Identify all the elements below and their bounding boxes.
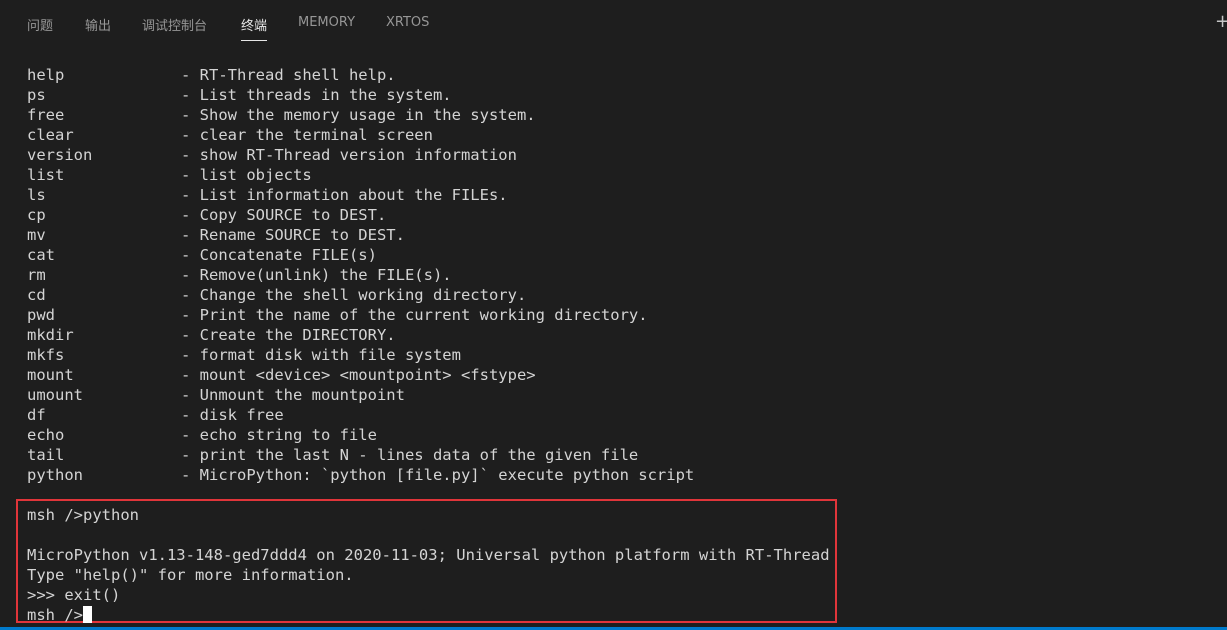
tab-output[interactable]: 输出: [85, 15, 111, 35]
tab-debug-console[interactable]: 调试控制台: [142, 15, 207, 35]
help-row-description: - format disk with file system: [181, 346, 461, 364]
help-row-description: - clear the terminal screen: [181, 126, 433, 144]
help-row-description: - Print the name of the current working …: [181, 306, 648, 324]
help-row: cd - Change the shell working directory.: [27, 285, 526, 305]
help-row-description: - MicroPython: `python [file.py]` execut…: [181, 466, 695, 484]
help-row: python - MicroPython: `python [file.py]` …: [27, 465, 694, 485]
help-row: clear - clear the terminal screen: [27, 125, 433, 145]
help-row-description: - Create the DIRECTORY.: [181, 326, 396, 344]
help-row: mount - mount <device> <mountpoint> <fsty…: [27, 365, 536, 385]
help-row-description: - Copy SOURCE to DEST.: [181, 206, 387, 224]
tab-memory[interactable]: MEMORY: [298, 15, 355, 35]
final-prompt: msh />: [27, 606, 83, 624]
help-row-command: tail: [27, 446, 65, 464]
help-row-description: - Concatenate FILE(s): [181, 246, 377, 264]
help-row: free - Show the memory usage in the syste…: [27, 105, 536, 125]
help-row: cp - Copy SOURCE to DEST.: [27, 205, 386, 225]
help-row-command: mkdir: [27, 326, 74, 344]
help-row-command: cd: [27, 286, 46, 304]
micropython-info: Type "help()" for more information.: [27, 566, 354, 584]
help-row-description: - print the last N - lines data of the g…: [181, 446, 639, 464]
help-row-description: - echo string to file: [181, 426, 377, 444]
help-row-description: - Change the shell working directory.: [181, 286, 527, 304]
help-row: mkdir - Create the DIRECTORY.: [27, 325, 396, 345]
help-row-command: mount: [27, 366, 74, 384]
help-row: pwd - Print the name of the current worki…: [27, 305, 648, 325]
help-row-description: - Unmount the mountpoint: [181, 386, 405, 404]
help-row-command: mv: [27, 226, 46, 244]
help-row: mkfs - format disk with file system: [27, 345, 461, 365]
help-row-command: help: [27, 66, 65, 84]
help-row-command: df: [27, 406, 46, 424]
plus-icon[interactable]: +: [1215, 12, 1227, 32]
help-row-command: echo: [27, 426, 65, 444]
help-row-description: - RT-Thread shell help.: [181, 66, 396, 84]
help-row: tail - print the last N - lines data of t…: [27, 445, 638, 465]
help-row-command: free: [27, 106, 65, 124]
help-row-description: - disk free: [181, 406, 284, 424]
help-row-command: mkfs: [27, 346, 65, 364]
help-row: mv - Rename SOURCE to DEST.: [27, 225, 405, 245]
help-row-command: list: [27, 166, 65, 184]
help-row-command: ps: [27, 86, 46, 104]
help-row-command: clear: [27, 126, 74, 144]
help-row-description: - mount <device> <mountpoint> <fstype>: [181, 366, 536, 384]
help-row-command: rm: [27, 266, 46, 284]
help-row-command: cp: [27, 206, 46, 224]
help-row-description: - Remove(unlink) the FILE(s).: [181, 266, 452, 284]
help-row: cat - Concatenate FILE(s): [27, 245, 377, 265]
help-row-description: - List information about the FILEs.: [181, 186, 508, 204]
help-row: echo - echo string to file: [27, 425, 377, 445]
help-row-description: - list objects: [181, 166, 312, 184]
prompt-python-command: msh />python: [27, 506, 139, 524]
terminal-output[interactable]: help - RT-Thread shell help. ps - List thre…: [0, 48, 1227, 630]
help-row: ls - List information about the FILEs.: [27, 185, 508, 205]
help-row-command: pwd: [27, 306, 55, 324]
help-row: rm - Remove(unlink) the FILE(s).: [27, 265, 452, 285]
tab-xrtos[interactable]: XRTOS: [386, 15, 429, 35]
tab-terminal[interactable]: 终端: [241, 15, 268, 41]
help-row: version - show RT-Thread version informat…: [27, 145, 517, 165]
repl-exit-line: >>> exit(): [27, 586, 121, 604]
final-prompt-line[interactable]: msh />: [27, 605, 92, 625]
help-row-command: cat: [27, 246, 55, 264]
help-row-command: version: [27, 146, 93, 164]
panel-tab-bar: 问题 输出 调试控制台 终端 MEMORY XRTOS +: [0, 0, 1227, 48]
help-row-description: - Rename SOURCE to DEST.: [181, 226, 405, 244]
help-row-description: - List threads in the system.: [181, 86, 452, 104]
help-row-command: ls: [27, 186, 46, 204]
tab-problems[interactable]: 问题: [27, 15, 53, 35]
help-row: list - list objects: [27, 165, 312, 185]
help-row-command: python: [27, 466, 83, 484]
help-row: ps - List threads in the system.: [27, 85, 452, 105]
help-row: umount - Unmount the mountpoint: [27, 385, 405, 405]
help-row-description: - Show the memory usage in the system.: [181, 106, 536, 124]
help-row-command: umount: [27, 386, 83, 404]
help-row-description: - show RT-Thread version information: [181, 146, 517, 164]
terminal-cursor: [83, 606, 92, 623]
help-row: help - RT-Thread shell help.: [27, 65, 396, 85]
micropython-banner: MicroPython v1.13-148-ged7ddd4 on 2020-1…: [27, 546, 830, 564]
help-row: df - disk free: [27, 405, 284, 425]
